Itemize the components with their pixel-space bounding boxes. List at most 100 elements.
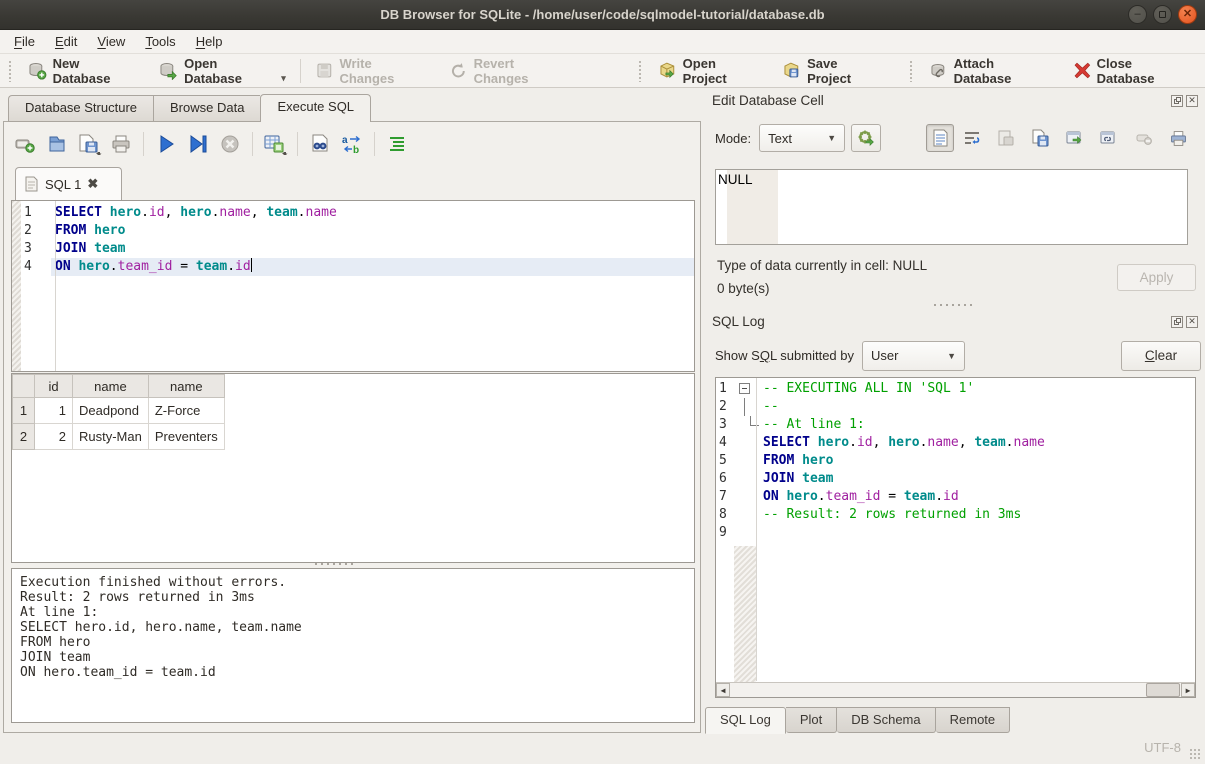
scroll-left-button[interactable]: ◀ — [716, 683, 730, 697]
fold-minus-icon[interactable] — [739, 383, 750, 394]
tab-browse-data[interactable]: Browse Data — [153, 95, 260, 122]
maximize-button[interactable] — [1153, 5, 1172, 24]
cell[interactable]: 1 — [35, 398, 73, 424]
float-panel-button[interactable] — [1171, 95, 1183, 107]
code-text: FROM hero — [51, 222, 694, 240]
cell[interactable]: Z-Force — [148, 398, 224, 424]
execution-status-log[interactable]: Execution finished without errors.Result… — [11, 568, 695, 723]
set-null-button[interactable] — [1130, 124, 1158, 152]
tab-remote[interactable]: Remote — [936, 707, 1011, 733]
menu-file[interactable]: File — [4, 32, 45, 51]
find-button[interactable] — [307, 131, 333, 157]
execute-all-button[interactable] — [153, 131, 179, 157]
tab-db-schema[interactable]: DB Schema — [837, 707, 935, 733]
word-wrap-button[interactable] — [958, 124, 986, 152]
cell[interactable]: Deadpond — [73, 398, 149, 424]
scrollbar-track[interactable] — [730, 683, 1181, 697]
stop-button[interactable] — [217, 131, 243, 157]
clear-log-button[interactable]: Clear — [1121, 341, 1201, 371]
toolbar-handle[interactable] — [8, 60, 13, 82]
revert-changes-button[interactable]: Revert Changes — [440, 52, 580, 90]
new-sql-tab-button[interactable] — [12, 131, 38, 157]
link-button[interactable] — [1094, 124, 1122, 152]
import-from-file-icon — [997, 129, 1015, 147]
close-database-icon — [1074, 62, 1091, 79]
export-results-button[interactable] — [262, 131, 288, 157]
tab-plot[interactable]: Plot — [786, 707, 837, 733]
results-grid[interactable]: idnamename11DeadpondZ-Force22Rusty-ManPr… — [11, 373, 695, 563]
corner-header-cell[interactable] — [13, 375, 35, 398]
right-panel: Edit Database Cell ✕ Mode: Text ▼ — [705, 88, 1205, 764]
minimize-button[interactable]: – — [1128, 5, 1147, 24]
submitter-select[interactable]: User ▼ — [862, 341, 965, 371]
menu-edit[interactable]: Edit — [45, 32, 87, 51]
column-header[interactable]: id — [35, 375, 73, 398]
scrollbar-thumb[interactable] — [1146, 683, 1180, 697]
format-sql-button[interactable] — [384, 131, 410, 157]
open-sql-file-button[interactable] — [44, 131, 70, 157]
code-line: 1SELECT hero.id, hero.name, team.name — [12, 204, 694, 222]
print-sql-button[interactable] — [108, 131, 134, 157]
row-header[interactable]: 1 — [13, 398, 35, 424]
new-sql-tab-icon — [14, 133, 36, 155]
menu-view[interactable]: View — [87, 32, 135, 51]
sql-editor[interactable]: 1SELECT hero.id, hero.name, team.name2FR… — [11, 200, 695, 372]
cell[interactable]: 2 — [35, 424, 73, 450]
row-header[interactable]: 2 — [13, 424, 35, 450]
close-button[interactable]: ✕ — [1178, 5, 1197, 24]
cell-size-info: 0 byte(s) — [717, 281, 770, 296]
column-header[interactable]: name — [73, 375, 149, 398]
write-changes-button[interactable]: Write Changes — [306, 52, 438, 90]
mode-select[interactable]: Text ▼ — [759, 124, 845, 152]
apply-format-button[interactable] — [851, 124, 881, 152]
cell-value-editor[interactable]: NULL — [715, 169, 1188, 245]
cell[interactable]: Preventers — [148, 424, 224, 450]
code-line: 6JOIN team — [716, 470, 1194, 488]
sql-file-icon — [24, 176, 39, 192]
execute-current-line-icon — [187, 133, 209, 155]
column-header[interactable]: name — [148, 375, 224, 398]
open-database-button[interactable]: Open Database ▾ — [150, 52, 294, 90]
open-in-external-button[interactable] — [1060, 124, 1088, 152]
cell[interactable]: Rusty-Man — [73, 424, 149, 450]
splitter-handle[interactable] — [314, 561, 354, 567]
scroll-right-button[interactable]: ▶ — [1181, 683, 1195, 697]
attach-database-button[interactable]: Attach Database — [920, 52, 1063, 90]
execute-current-line-button[interactable] — [185, 131, 211, 157]
menu-tools[interactable]: Tools — [135, 32, 185, 51]
tab-database-structure[interactable]: Database Structure — [8, 95, 153, 122]
svg-text:b: b — [353, 145, 359, 155]
code-text — [755, 524, 1194, 542]
main-tab-bar: Database Structure Browse Data Execute S… — [8, 94, 371, 122]
find-replace-button[interactable]: ab — [339, 131, 365, 157]
menu-help[interactable]: Help — [186, 32, 233, 51]
export-to-file-button[interactable] — [1026, 124, 1054, 152]
splitter-handle[interactable] — [933, 302, 973, 308]
line-number: 2 — [716, 398, 733, 416]
toolbar-handle[interactable] — [638, 60, 643, 82]
resize-grip[interactable] — [1189, 748, 1202, 761]
line-number: 8 — [716, 506, 733, 524]
close-panel-button[interactable]: ✕ — [1186, 316, 1198, 328]
save-project-button[interactable]: Save Project — [773, 52, 893, 90]
horizontal-scrollbar[interactable]: ◀ ▶ — [716, 682, 1195, 697]
code-text: -- At line 1: — [755, 416, 1194, 434]
new-database-button[interactable]: New Database — [19, 52, 149, 90]
close-panel-button[interactable]: ✕ — [1186, 95, 1198, 107]
tab-execute-sql[interactable]: Execute SQL — [260, 94, 371, 122]
close-sql-tab-icon[interactable]: ✖ — [87, 176, 98, 192]
tab-sql-log[interactable]: SQL Log — [705, 707, 786, 734]
float-panel-button[interactable] — [1171, 316, 1183, 328]
save-sql-file-button[interactable] — [76, 131, 102, 157]
sql-log-view[interactable]: 1-- EXECUTING ALL IN 'SQL 1'2--3-- At li… — [715, 377, 1196, 698]
import-from-file-button[interactable] — [992, 124, 1020, 152]
open-project-button[interactable]: Open Project — [649, 52, 771, 90]
cell-value: NULL — [718, 172, 753, 187]
close-database-button[interactable]: Close Database — [1065, 52, 1201, 90]
apply-button[interactable]: Apply — [1117, 264, 1196, 291]
print-cell-button[interactable] — [1164, 124, 1192, 152]
toolbar-handle[interactable] — [909, 60, 914, 82]
sql-document-tab[interactable]: SQL 1 ✖ — [15, 167, 122, 200]
open-database-dropdown-icon[interactable]: ▾ — [281, 73, 286, 86]
text-mode-button[interactable] — [926, 124, 954, 152]
